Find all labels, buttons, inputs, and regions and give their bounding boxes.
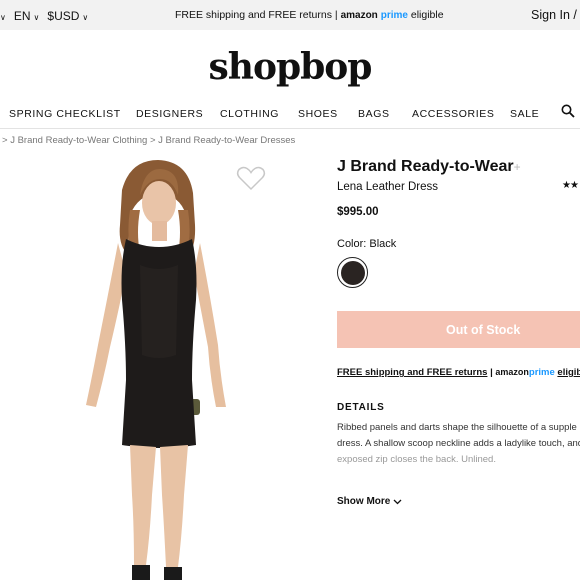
breadcrumb-separator: > [149, 135, 156, 146]
prime-eligible-link[interactable]: eligible [557, 367, 580, 378]
product-name: Lena Leather Dress [337, 181, 439, 193]
shipping-info[interactable]: FREE shipping and FREE returns | amazonp… [337, 367, 580, 378]
free-shipping-link[interactable]: FREE shipping and FREE returns [337, 367, 487, 378]
details-heading: DETAILS [337, 402, 385, 413]
amazon-logo: amazon [340, 10, 378, 21]
nav-sale[interactable]: SALE [510, 108, 539, 120]
details-text: Ribbed panels and darts shape the silhou… [337, 420, 580, 468]
locale-selectors: ∨ EN ∨ $USD ∨ [0, 9, 88, 23]
breadcrumb-separator: > [2, 135, 8, 146]
details-line: dress. A shallow scoop neckline adds a l… [337, 438, 580, 449]
search-icon[interactable] [561, 104, 575, 118]
signin-link[interactable]: Sign In / R [531, 8, 580, 22]
chevron-down-icon [393, 499, 402, 504]
swatch-fill [340, 260, 365, 285]
brand-name: J Brand Ready-to-Wear [337, 158, 514, 175]
nav-divider [0, 128, 580, 129]
top-utility-bar: ∨ EN ∨ $USD ∨ FREE shipping and FREE retur… [0, 0, 580, 30]
shipping-separator: | [490, 367, 493, 378]
product-image[interactable] [60, 155, 300, 580]
follow-brand-icon[interactable]: + [514, 160, 521, 174]
breadcrumb-dresses[interactable]: J Brand Ready-to-Wear Dresses [158, 135, 295, 146]
nav-shoes[interactable]: SHOES [298, 108, 338, 120]
nav-designers[interactable]: DESIGNERS [136, 108, 203, 120]
region-dropdown[interactable]: ∨ [0, 12, 6, 22]
currency-label: $USD [47, 9, 80, 23]
main-nav: SPRING CHECKLIST DESIGNERS CLOTHING SHOE… [0, 104, 580, 124]
site-logo[interactable]: shopbop [0, 46, 580, 88]
amazon-logo: amazon [495, 367, 529, 377]
currency-dropdown[interactable]: $USD ∨ [47, 9, 88, 23]
chevron-down-icon: ∨ [33, 12, 40, 22]
product-brand[interactable]: J Brand Ready-to-Wear+ [337, 158, 521, 176]
rating-stars[interactable]: ★★ [562, 180, 579, 191]
details-line: Ribbed panels and darts shape the silhou… [337, 422, 580, 433]
nav-bags[interactable]: BAGS [358, 108, 390, 120]
prime-logo: prime [380, 10, 408, 21]
nav-spring-checklist[interactable]: SPRING CHECKLIST [9, 108, 121, 120]
promo-banner[interactable]: FREE shipping and FREE returns | amazon … [175, 9, 444, 21]
breadcrumb-clothing[interactable]: J Brand Ready-to-Wear Clothing [10, 135, 147, 146]
show-more-button[interactable]: Show More [337, 496, 402, 507]
wishlist-heart-icon[interactable] [236, 165, 266, 191]
prime-logo: prime [528, 367, 555, 378]
nav-accessories[interactable]: ACCESSORIES [412, 108, 494, 120]
color-swatch-black[interactable] [337, 257, 368, 288]
show-more-label: Show More [337, 496, 391, 507]
nav-clothing[interactable]: CLOTHING [220, 108, 279, 120]
out-of-stock-button[interactable]: Out of Stock [337, 311, 580, 348]
language-dropdown[interactable]: EN ∨ [14, 9, 40, 23]
details-line: exposed zip closes the back. Unlined. [337, 454, 496, 465]
chevron-down-icon: ∨ [0, 12, 6, 22]
product-price: $995.00 [337, 206, 379, 218]
breadcrumb: > J Brand Ready-to-Wear Clothing > J Bra… [2, 135, 295, 146]
language-label: EN [13, 9, 31, 23]
promo-eligible: eligible [410, 9, 444, 21]
chevron-down-icon: ∨ [82, 12, 89, 22]
color-label: Color: Black [337, 238, 397, 250]
promo-text: FREE shipping and FREE returns | [175, 9, 338, 21]
